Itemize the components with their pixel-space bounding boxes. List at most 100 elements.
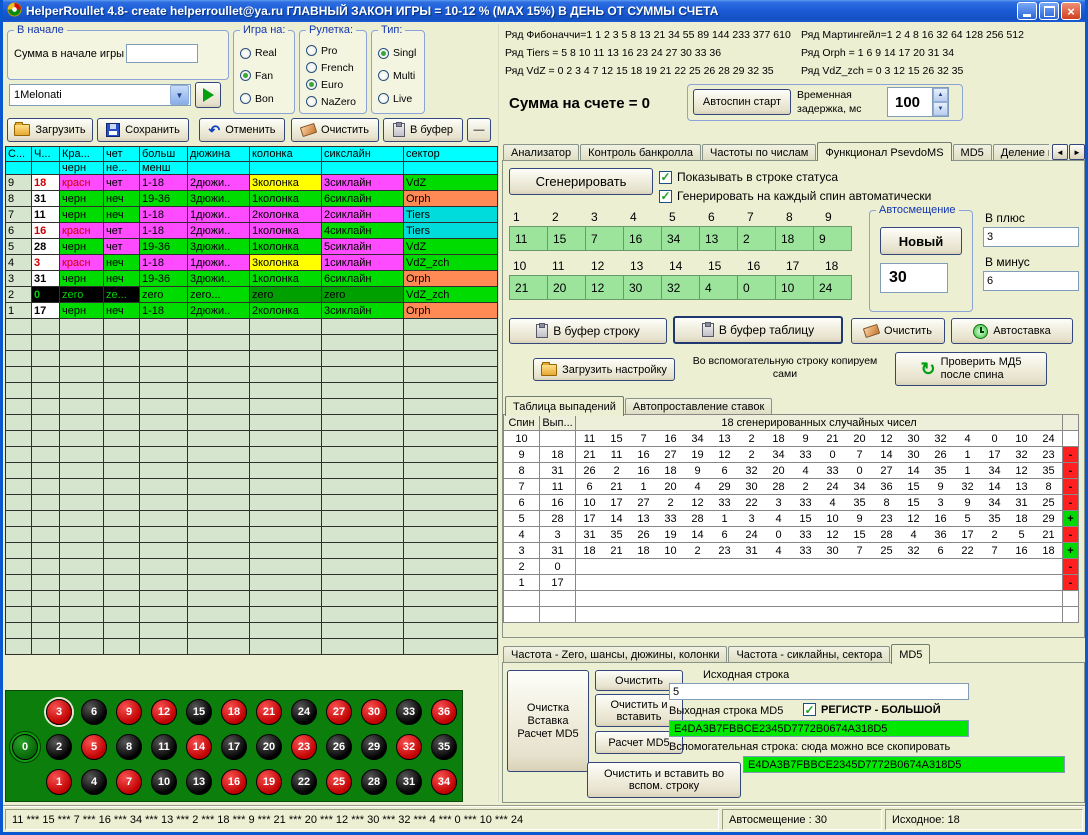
save-button[interactable]: Сохранить	[97, 118, 189, 142]
board-number-24[interactable]: 24	[291, 699, 317, 725]
checkbox-show-status[interactable]: ✓ Показывать в строке статуса	[659, 170, 838, 184]
radio-option-live[interactable]: Live	[378, 93, 422, 105]
board-number-9[interactable]: 9	[116, 699, 142, 725]
board-number-28[interactable]: 28	[361, 769, 387, 795]
chevron-down-icon[interactable]: ▼	[170, 85, 189, 105]
minus-input[interactable]	[983, 271, 1079, 291]
board-number-15[interactable]: 15	[186, 699, 212, 725]
board-number-6[interactable]: 6	[81, 699, 107, 725]
board-number-22[interactable]: 22	[291, 769, 317, 795]
board-number-7[interactable]: 7	[116, 769, 142, 795]
history-cell: 2колонка	[250, 303, 322, 319]
buffer-row-button[interactable]: В буфер строку	[509, 318, 667, 344]
radio-option-singl[interactable]: Singl	[378, 47, 422, 59]
board-number-18[interactable]: 18	[221, 699, 247, 725]
clear-generator-button[interactable]: Очистить	[851, 318, 945, 344]
mark-cell	[1063, 431, 1079, 447]
main-tab-0[interactable]: Анализатор	[503, 144, 579, 161]
spins-tab-0[interactable]: Таблица выпадений	[505, 396, 624, 416]
board-number-14[interactable]: 14	[186, 734, 212, 760]
radio-option-fan[interactable]: Fan	[240, 70, 292, 82]
main-tab-3[interactable]: Функционал PsevdoMS	[817, 142, 951, 161]
to-buffer-button[interactable]: В буфер	[383, 118, 463, 142]
board-number-27[interactable]: 27	[326, 699, 352, 725]
load-button[interactable]: Загрузить	[7, 118, 93, 142]
board-number-34[interactable]: 34	[431, 769, 457, 795]
bottom-tab-0[interactable]: Частота - Zero, шансы, дюжины, колонки	[503, 646, 727, 663]
board-number-26[interactable]: 26	[326, 734, 352, 760]
check-md5-button[interactable]: ↻ Проверить МД5 после спина	[895, 352, 1047, 386]
radio-option-real[interactable]: Real	[240, 47, 292, 59]
board-number-16[interactable]: 16	[221, 769, 247, 795]
board-number-13[interactable]: 13	[186, 769, 212, 795]
board-number-17[interactable]: 17	[221, 734, 247, 760]
maximize-button[interactable]	[1039, 2, 1059, 20]
board-number-2[interactable]: 2	[46, 734, 72, 760]
autoshift-new-button[interactable]: Новый	[880, 227, 962, 255]
board-number-21[interactable]: 21	[256, 699, 282, 725]
checkbox-autogenerate[interactable]: ✓ Генерировать на каждый спин автоматиче…	[659, 189, 931, 203]
main-tab-5[interactable]: Деление ко...	[993, 144, 1049, 161]
minimize-button[interactable]	[1017, 2, 1037, 20]
board-number-1[interactable]: 1	[46, 769, 72, 795]
main-tab-1[interactable]: Контроль банкролла	[580, 144, 701, 161]
board-number-10[interactable]: 10	[151, 769, 177, 795]
board-number-30[interactable]: 30	[361, 699, 387, 725]
board-number-8[interactable]: 8	[116, 734, 142, 760]
tabs-scroll-right-icon[interactable]: ►	[1069, 144, 1085, 160]
board-number-11[interactable]: 11	[151, 734, 177, 760]
radio-option-french[interactable]: French	[306, 62, 364, 74]
plus-input[interactable]	[983, 227, 1079, 247]
start-sum-input[interactable]	[126, 44, 198, 63]
md5-paste-aux-button[interactable]: Очистить и вставить во вспом. строку	[587, 762, 741, 798]
board-number-19[interactable]: 19	[256, 769, 282, 795]
delay-spinner[interactable]: 100 ▲ ▼	[887, 87, 949, 117]
radio-option-pro[interactable]: Pro	[306, 45, 364, 57]
bottom-tab-1[interactable]: Частота - сиклайны, сектора	[728, 646, 890, 663]
bottom-tab-2[interactable]: MD5	[891, 644, 930, 664]
checkbox-register-upper[interactable]: ✓ РЕГИСТР - БОЛЬШОЙ	[803, 703, 941, 716]
spins-tab-1[interactable]: Автопроставление ставок	[625, 398, 772, 415]
main-tab-4[interactable]: MD5	[953, 144, 992, 161]
board-number-20[interactable]: 20	[256, 734, 282, 760]
board-number-4[interactable]: 4	[81, 769, 107, 795]
md5-source-input[interactable]	[669, 683, 969, 700]
board-number-29[interactable]: 29	[361, 734, 387, 760]
play-button[interactable]	[195, 82, 221, 108]
autobet-button[interactable]: Автоставка	[951, 318, 1073, 344]
board-number-32[interactable]: 32	[396, 734, 422, 760]
clear-button[interactable]: Очистить	[291, 118, 379, 142]
buffer-table-button[interactable]: В буфер таблицу	[673, 316, 843, 344]
board-number-25[interactable]: 25	[326, 769, 352, 795]
spinner-up-icon[interactable]: ▲	[933, 88, 948, 102]
board-number-33[interactable]: 33	[396, 699, 422, 725]
close-button[interactable]: ×	[1061, 2, 1081, 20]
generate-button[interactable]: Сгенерировать	[509, 168, 653, 195]
collapse-button[interactable]: —	[467, 118, 491, 142]
autospin-button[interactable]: Автоспин старт	[693, 89, 791, 115]
board-number-31[interactable]: 31	[396, 769, 422, 795]
board-number-5[interactable]: 5	[81, 734, 107, 760]
tabs-scroll-left-icon[interactable]: ◄	[1052, 144, 1068, 160]
radio-option-bon[interactable]: Bon	[240, 93, 292, 105]
spins-header-row: СпинВып...18 сгенерированных случайных ч…	[504, 415, 1079, 431]
board-number-3[interactable]: 3	[46, 699, 72, 725]
main-tab-2[interactable]: Частоты по числам	[702, 144, 816, 161]
spinner-down-icon[interactable]: ▼	[933, 102, 948, 116]
profile-select[interactable]: 1Melonati ▼	[9, 84, 191, 106]
radio-option-nazero[interactable]: NaZero	[306, 96, 364, 108]
board-number-36[interactable]: 36	[431, 699, 457, 725]
board-number-0[interactable]: 0	[12, 734, 38, 760]
md5-aux-field[interactable]: E4DA3B7FBBCE2345D7772B0674A318D5	[743, 756, 1065, 773]
radio-option-euro[interactable]: Euro	[306, 79, 364, 91]
spins-row: 91821111627191223433071430261173223-	[504, 447, 1079, 463]
undo-button[interactable]: ↶ Отменить	[199, 118, 285, 142]
board-number-23[interactable]: 23	[291, 734, 317, 760]
load-settings-button[interactable]: Загрузить настройку	[533, 358, 675, 381]
result-number-cell: 17	[32, 303, 60, 319]
board-number-35[interactable]: 35	[431, 734, 457, 760]
md5-combo-button[interactable]: Очистка Вставка Расчет MD5	[507, 670, 589, 772]
board-number-12[interactable]: 12	[151, 699, 177, 725]
radio-option-multi[interactable]: Multi	[378, 70, 422, 82]
clock-icon	[973, 324, 988, 339]
